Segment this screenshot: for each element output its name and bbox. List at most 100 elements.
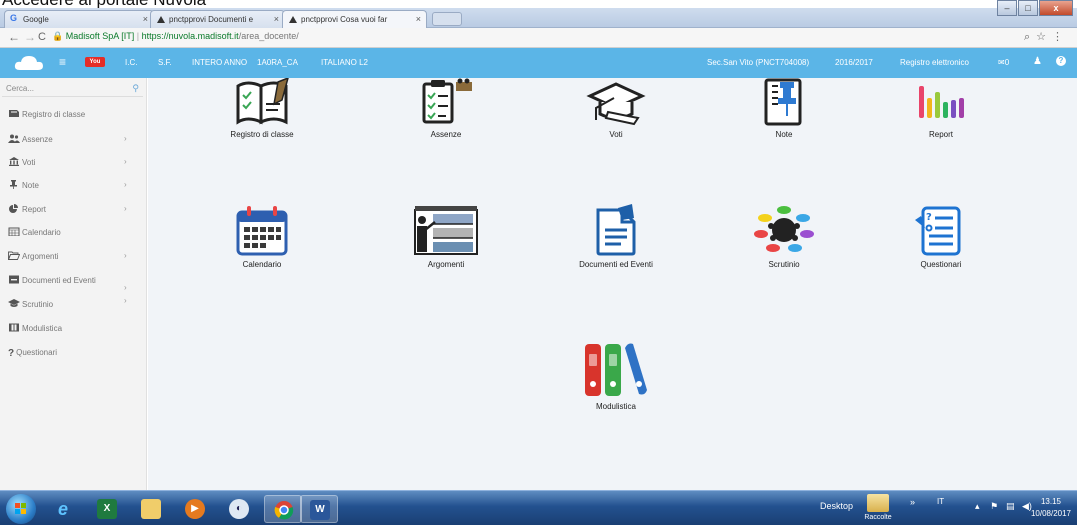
site-identity: Madisoft SpA [IT] (65, 31, 135, 41)
start-button[interactable] (6, 494, 36, 524)
back-arrow-icon[interactable]: ← (8, 30, 20, 44)
taskbar-word[interactable]: W (300, 495, 338, 523)
tile-voti[interactable]: Voti (546, 78, 686, 139)
tile-argomenti[interactable]: Argomenti (376, 204, 516, 269)
tile-report[interactable]: Report (871, 78, 1011, 139)
tile-questionari[interactable]: ? Questionari (871, 204, 1011, 269)
hamburger-menu-icon[interactable]: ≡ (59, 55, 66, 69)
sidebar-item-modulistica[interactable]: Modulistica (8, 323, 62, 337)
sidebar-item-note[interactable]: Note › (8, 180, 127, 194)
tile-label: Documenti ed Eventi (579, 260, 653, 269)
sidebar-item-argomenti[interactable]: Argomenti › (8, 251, 127, 265)
tile-label: Argomenti (427, 260, 465, 269)
book-icon (9, 110, 19, 117)
mail-button[interactable]: ✉0 (998, 58, 1009, 67)
tile-scrutinio[interactable]: Scrutinio (714, 204, 854, 269)
caption-title: Accedere al portale Nuvola (0, 0, 1077, 8)
address-bar: ← → C 🔒 Madisoft SpA [IT] | https://nuvo… (0, 28, 1077, 48)
internet-explorer-icon: e (57, 499, 68, 519)
screen: Accedere al portale Nuvola G Google × pn… (0, 0, 1077, 525)
nuvola-logo-icon[interactable] (14, 55, 44, 71)
sidebar-item-questionari[interactable]: ? Questionari (8, 348, 57, 362)
search-icon[interactable]: ⚲ (132, 83, 139, 94)
mail-icon: ✉ (998, 58, 1005, 67)
taskbar-media[interactable]: ▶ (176, 495, 214, 523)
toolbar-expand-icon[interactable]: » (910, 497, 915, 507)
sidebar-item-registro[interactable]: Registro di classe (8, 109, 85, 123)
word-icon: W (310, 500, 330, 520)
reload-icon[interactable]: C (38, 31, 46, 43)
institution-icon (9, 157, 19, 166)
tab-cosa-vuoi-fare[interactable]: pnctpprovi Cosa vuoi far × (282, 10, 427, 28)
close-tab-icon[interactable]: × (416, 14, 421, 24)
windows-logo-icon (15, 503, 26, 514)
header-link-ic[interactable]: I.C. (125, 58, 137, 67)
close-tab-icon[interactable]: × (274, 14, 279, 24)
inbox-icon (9, 275, 19, 284)
sidebar-item-calendario[interactable]: Calendario (8, 227, 61, 241)
taskbar-ie[interactable]: e (44, 495, 82, 523)
new-tab-button[interactable] (432, 12, 462, 26)
tile-modulistica[interactable]: Modulistica (546, 340, 686, 411)
register-link[interactable]: Registro elettronico (900, 58, 969, 67)
google-icon: G (10, 13, 18, 23)
sidebar-item-report[interactable]: Report › (8, 204, 127, 218)
sidebar-item-voti[interactable]: Voti › (8, 157, 127, 171)
chevron-right-icon: › (124, 251, 127, 260)
pinned-note-icon (764, 78, 802, 126)
network-flag-icon[interactable]: ⚑ (990, 501, 998, 512)
header-link-class[interactable]: 1A0RA_CA (257, 58, 298, 67)
svg-text:?: ? (926, 212, 932, 223)
tile-registro-di-classe[interactable]: Registro di classe (192, 78, 332, 139)
desktop-toolbar[interactable]: Desktop (820, 501, 853, 511)
url-field[interactable]: 🔒 Madisoft SpA [IT] | https://nuvola.mad… (52, 31, 299, 42)
minimize-button[interactable]: – (997, 0, 1017, 16)
taskbar-chrome[interactable] (264, 495, 302, 523)
taskbar-excel[interactable]: X (88, 495, 126, 523)
year-selector[interactable]: 2016/2017 (835, 58, 873, 67)
binders-icon (585, 343, 647, 396)
youtube-icon[interactable]: You (85, 57, 105, 67)
tab-documenti[interactable]: pnctpprovi Documenti e × (150, 10, 285, 28)
graduation-cap-icon (8, 299, 20, 307)
header-link-sf[interactable]: S.F. (158, 58, 172, 67)
folder-open-icon (8, 251, 20, 260)
maximize-button[interactable]: □ (1018, 0, 1038, 16)
tile-assenze[interactable]: Assenze (376, 78, 516, 139)
language-indicator[interactable]: IT (937, 497, 944, 506)
tile-note[interactable]: Note (714, 78, 854, 139)
users-icon (8, 134, 20, 143)
close-window-button[interactable]: x (1039, 0, 1073, 16)
show-hidden-icon[interactable]: ▴ (975, 501, 980, 512)
sidebar-item-assenze[interactable]: Assenze › (8, 134, 127, 148)
clock-time: 13.15 (1040, 497, 1061, 506)
header-link-period[interactable]: INTERO ANNO (192, 58, 247, 67)
meeting-table-icon (754, 206, 814, 252)
sidebar-item-scrutinio[interactable]: Scrutinio › (8, 296, 127, 313)
star-icon[interactable]: ☆ (1036, 31, 1052, 43)
network-icon[interactable]: ▤ (1006, 501, 1015, 512)
tile-calendario[interactable]: Calendario (192, 204, 332, 269)
raccolte-toolbar[interactable]: Raccolte (860, 494, 896, 521)
pie-chart-icon (9, 204, 18, 213)
header-link-subject[interactable]: ITALIANO L2 (321, 58, 368, 67)
sidebar-item-documenti[interactable]: Documenti ed Eventi › (8, 275, 127, 292)
close-tab-icon[interactable]: × (143, 14, 148, 24)
library-shelf-icon (414, 206, 478, 255)
menu-dots-icon[interactable]: ⋮ (1052, 31, 1069, 43)
app-header: ≡ You I.C. S.F. INTERO ANNO 1A0RA_CA ITA… (0, 48, 1077, 78)
tab-google[interactable]: G Google × (4, 10, 154, 28)
tile-label: Note (775, 130, 793, 139)
taskbar-app[interactable]: ◐ (220, 495, 258, 523)
system-clock[interactable]: 13.15 10/08/2017 (1031, 496, 1071, 520)
forward-arrow-icon[interactable]: → (24, 30, 36, 44)
taskbar-explorer[interactable] (132, 495, 170, 523)
clipboard-checklist-icon (422, 78, 472, 124)
user-icon[interactable]: ♟ (1033, 56, 1042, 67)
zoom-icon[interactable]: ⌕ (1024, 31, 1036, 43)
main-dashboard: Registro di classe Assenze Voti Note Rep… (148, 78, 1077, 490)
sidebar-search-input[interactable]: Cerca... ⚲ (2, 81, 143, 97)
help-icon[interactable]: ? (1056, 56, 1066, 66)
school-selector[interactable]: Sec.San Vito (PNCT704008) (707, 58, 809, 67)
tile-documenti-ed-eventi[interactable]: Documenti ed Eventi (546, 204, 686, 269)
